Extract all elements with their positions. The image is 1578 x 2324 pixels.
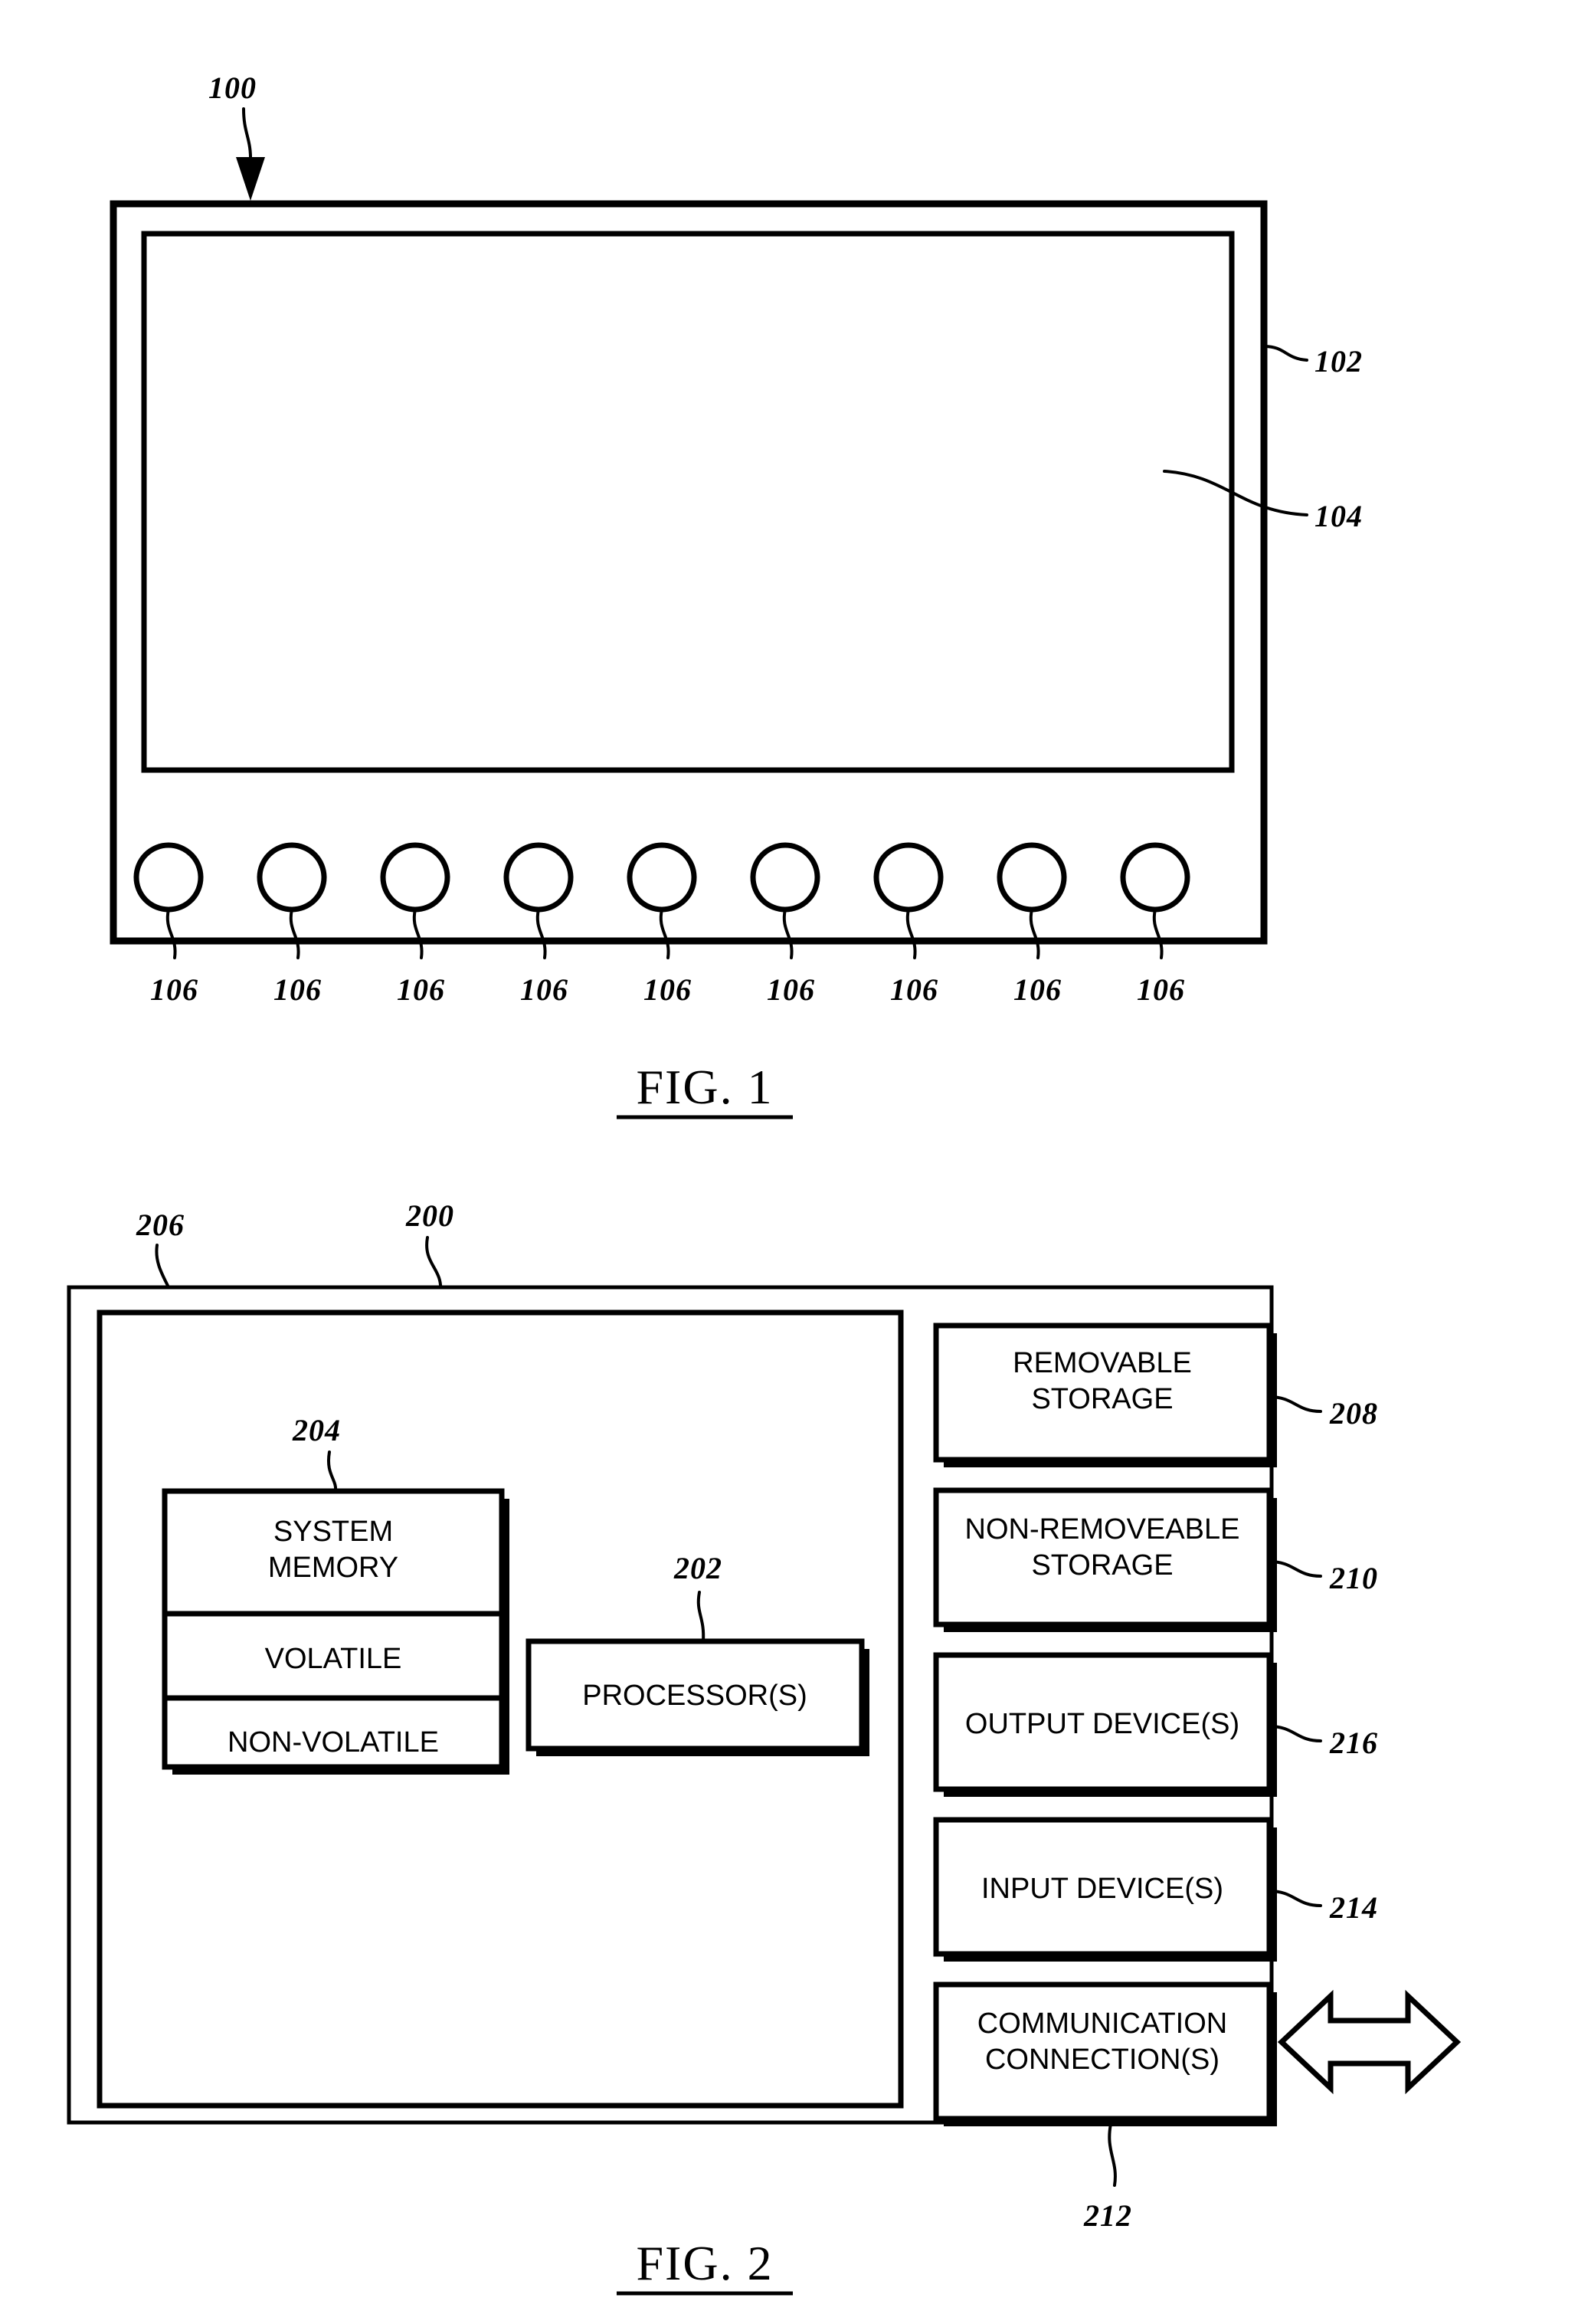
figure-2: 206 200 204 SYSTEM MEMORY VOLATILE NON-V… <box>67 1198 1462 2296</box>
leader-line-102 <box>1262 345 1308 362</box>
device-button[interactable] <box>1120 842 1190 913</box>
communication-connections-label-line1: COMMUNICATION <box>977 2008 1228 2040</box>
leader-line-210 <box>1268 1560 1322 1578</box>
non-removeable-storage-label-line2: STORAGE <box>1031 1549 1173 1582</box>
ref-numeral-202: 202 <box>673 1551 722 1585</box>
device-button[interactable] <box>257 842 327 913</box>
device-button[interactable] <box>503 842 574 913</box>
communication-connections-label-line2: CONNECTION(S) <box>985 2044 1220 2076</box>
system-memory-label-line1: SYSTEM <box>273 1516 393 1548</box>
leader-line-100 <box>242 107 253 164</box>
ref-numeral-214: 214 <box>1329 1890 1378 1925</box>
figures-svg: 100 102 104 106 106 106 106 106 106 106 … <box>67 70 1462 2296</box>
external-connection-arrow-icon <box>1277 1989 1462 2095</box>
ref-numeral-106: 106 <box>273 972 322 1007</box>
volatile-label: VOLATILE <box>265 1643 402 1675</box>
patent-drawing-sheet: 100 102 104 106 106 106 106 106 106 106 … <box>0 0 1578 2324</box>
device-button[interactable] <box>750 842 820 913</box>
leader-line-214 <box>1268 1890 1322 1907</box>
device-button[interactable] <box>380 842 450 913</box>
removable-storage-label-line1: REMOVABLE <box>1013 1347 1192 1379</box>
non-removeable-storage-label-line1: NON-REMOVEABLE <box>965 1513 1240 1546</box>
ref-numeral-204: 204 <box>292 1413 341 1447</box>
ref-numeral-206: 206 <box>136 1208 185 1242</box>
figure-1-caption: FIG. 1 <box>636 1060 773 1114</box>
removable-storage-label-line2: STORAGE <box>1031 1383 1173 1415</box>
ref-numeral-106: 106 <box>520 972 568 1007</box>
ref-numeral-106: 106 <box>890 972 938 1007</box>
non-volatile-label: NON-VOLATILE <box>228 1726 439 1759</box>
ref-numeral-106: 106 <box>397 972 445 1007</box>
ref-numeral-200: 200 <box>405 1198 454 1233</box>
device-button[interactable] <box>627 842 697 913</box>
leader-line-216 <box>1268 1725 1322 1742</box>
arrowhead-100 <box>236 157 265 201</box>
ref-numeral-106: 106 <box>767 972 815 1007</box>
leader-line-200 <box>425 1236 443 1293</box>
figure-2-caption: FIG. 2 <box>636 2236 773 2290</box>
processors-label: PROCESSOR(S) <box>582 1680 807 1712</box>
ref-numeral-104: 104 <box>1314 499 1363 533</box>
ref-numeral-210: 210 <box>1329 1561 1378 1595</box>
device-button[interactable] <box>873 842 944 913</box>
ref-numeral-100: 100 <box>208 70 257 105</box>
figure-1: 100 102 104 106 106 106 106 106 106 106 … <box>110 70 1363 1119</box>
ref-numeral-208: 208 <box>1329 1396 1378 1431</box>
display-screen <box>141 231 1235 773</box>
ref-numeral-106: 106 <box>1013 972 1062 1007</box>
ref-numeral-106: 106 <box>150 972 198 1007</box>
leader-line-212 <box>1108 2122 1117 2187</box>
input-devices-label: INPUT DEVICE(S) <box>981 1873 1223 1905</box>
output-devices-label: OUTPUT DEVICE(S) <box>965 1708 1239 1740</box>
device-button[interactable] <box>133 842 204 913</box>
ref-numeral-102: 102 <box>1314 344 1363 379</box>
device-button[interactable] <box>997 842 1067 913</box>
ref-numeral-216: 216 <box>1329 1726 1378 1760</box>
ref-numeral-212: 212 <box>1083 2198 1132 2233</box>
ref-numeral-106: 106 <box>643 972 692 1007</box>
ref-numeral-106: 106 <box>1137 972 1185 1007</box>
leader-line-208 <box>1268 1395 1322 1413</box>
system-memory-label-line2: MEMORY <box>268 1552 398 1584</box>
